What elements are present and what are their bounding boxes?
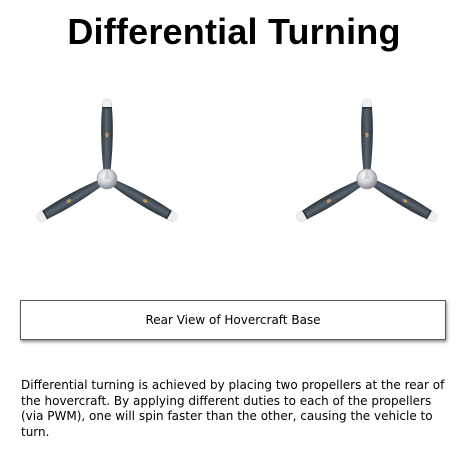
right-propeller-image (287, 93, 447, 253)
page-title: Differential Turning (67, 11, 401, 52)
left-propeller-image (27, 93, 187, 253)
description-text: Differential turning is achieved by plac… (21, 378, 445, 439)
hovercraft-base-label: Rear View of Hovercraft Base (145, 313, 321, 327)
hovercraft-base-box: Rear View of Hovercraft Base (20, 300, 446, 340)
